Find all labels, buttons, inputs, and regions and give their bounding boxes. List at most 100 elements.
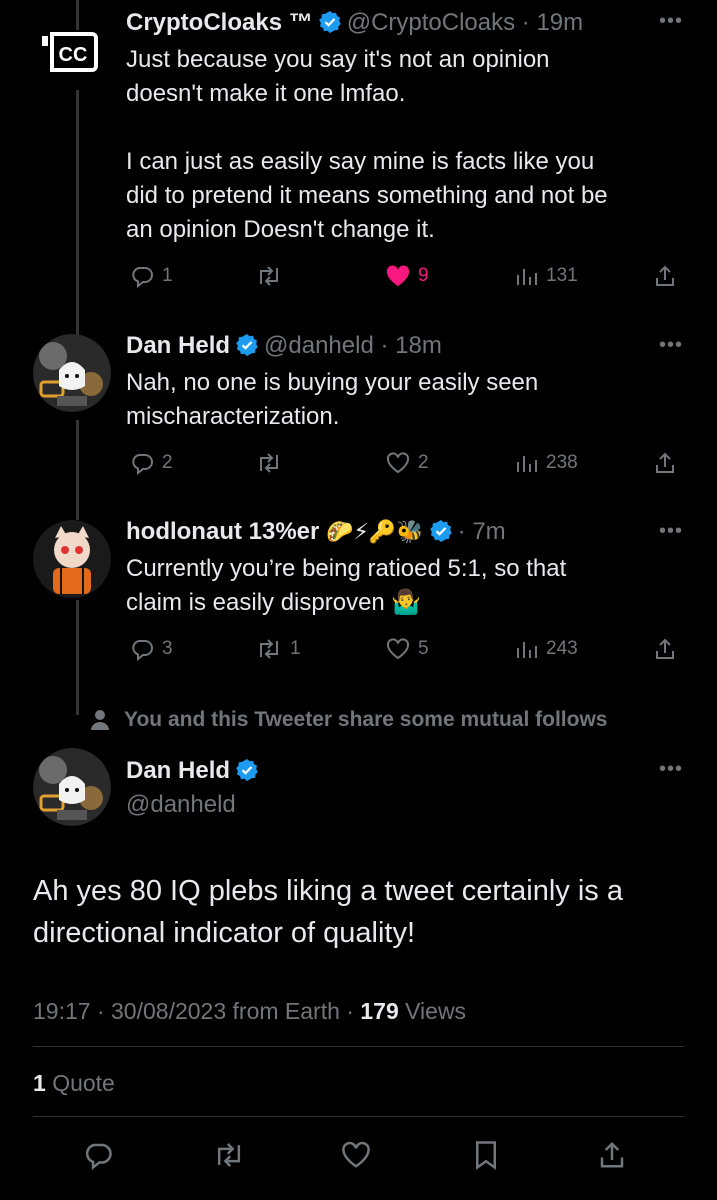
avatar-image [33,748,111,826]
timestamp[interactable]: 7m [472,518,505,545]
reply-icon [132,640,153,661]
divider [33,1046,684,1047]
share-icon [600,1141,624,1168]
share-icon [656,638,674,659]
mutual-follows-text: You and this Tweeter share some mutual f… [124,708,608,731]
action-bar: 3 1 5 243 [126,632,687,666]
views-icon [517,642,537,658]
avatar[interactable]: CC [40,30,100,74]
tweet-source: from Earth [232,998,340,1024]
reply-count: 3 [162,638,173,659]
retweet-button[interactable]: 1 [256,632,301,666]
main-tweet-text: Ah yes 80 IQ plebs liking a tweet certai… [33,875,623,949]
svg-text:CC: CC [59,44,88,66]
retweet-icon [260,639,278,659]
retweet-button[interactable] [213,1130,245,1180]
cryptocloaks-logo-icon: CC [42,32,98,72]
handle[interactable]: @CryptoCloaks [347,9,515,36]
tweet-text: Currently you’re being ratioed 5:1, so t… [126,555,567,616]
action-bar: 2 2 238 [126,446,687,480]
avatar-image [33,520,111,598]
tweet-meta: 19:17 · 30/08/2023 from Earth · 179 View… [33,998,467,1024]
mutual-follows-notice: You and this Tweeter share some mutual f… [90,704,607,736]
like-icon [386,265,410,286]
person-icon [91,710,109,730]
verified-icon [236,332,258,366]
share-button[interactable] [653,446,677,480]
like-button[interactable] [341,1130,371,1180]
reply-button[interactable] [83,1130,113,1180]
tweet-time[interactable]: 19:17 [33,998,91,1024]
timestamp[interactable]: 18m [395,332,442,359]
display-name[interactable]: Dan Held [126,757,230,784]
reply-button[interactable]: 1 [130,259,173,293]
bookmark-button[interactable] [473,1130,499,1180]
views-button[interactable]: 243 [516,632,578,666]
view-count: 131 [546,265,578,286]
share-button[interactable] [653,259,677,293]
reply-count: 1 [162,265,173,286]
verified-icon [236,757,258,791]
handle[interactable]: @danheld [264,332,374,359]
like-count: 5 [418,638,429,659]
views-label: Views [405,998,467,1024]
like-count: 9 [418,265,429,286]
like-icon [342,1141,370,1168]
timestamp[interactable]: 19m [536,9,583,36]
display-name[interactable]: hodlonaut 13%er [126,518,319,545]
like-icon [386,452,410,474]
like-count: 2 [418,452,429,473]
verified-icon [429,518,452,552]
verified-icon [318,9,341,43]
divider [33,1116,684,1117]
retweet-icon [260,453,278,473]
retweet-count: 1 [290,638,301,659]
tweet-date[interactable]: 30/08/2023 [111,998,226,1024]
tweet-text: Nah, no one is buying your easily seen m… [126,369,539,430]
avatar[interactable] [33,520,111,598]
retweet-button[interactable] [256,446,290,480]
reply-button[interactable]: 3 [130,632,173,666]
tweet-header: Dan Held [126,754,697,788]
views-count: 179 [360,998,399,1024]
main-action-bar [0,1130,717,1180]
like-button[interactable]: 2 [386,446,429,480]
share-icon [656,452,674,473]
views-button[interactable]: 131 [516,259,578,293]
tweet-header: Dan Held @danheld · 18m [126,329,697,363]
like-button[interactable]: 5 [386,632,429,666]
avatar[interactable] [33,748,111,826]
display-name[interactable]: CryptoCloaks ™ [126,9,313,36]
like-icon [386,638,410,660]
quotes-link[interactable]: 1 Quote [33,1066,115,1100]
more-icon[interactable]: ••• [659,10,683,33]
more-icon[interactable]: ••• [659,758,683,781]
reply-count: 2 [162,452,173,473]
avatar-image [33,334,111,412]
view-count: 238 [546,452,578,473]
bookmark-icon [476,1141,496,1170]
tweet-header: CryptoCloaks ™ @CryptoCloaks · 19m [126,6,697,40]
more-icon[interactable]: ••• [659,520,683,543]
reply-button[interactable]: 2 [130,446,173,480]
thread-line [76,0,79,30]
share-icon [656,265,674,286]
reply-icon [132,267,153,288]
avatar[interactable] [33,334,111,412]
views-icon [517,456,537,472]
thread-line [76,420,79,520]
share-button[interactable] [653,632,677,666]
action-bar: 1 9 131 [126,259,687,293]
handle[interactable]: @danheld [126,788,697,822]
retweet-button[interactable] [256,259,290,293]
reply-icon [85,1143,112,1170]
retweet-icon [260,266,278,286]
display-name[interactable]: Dan Held [126,332,230,359]
views-button[interactable]: 238 [516,446,578,480]
share-button[interactable] [597,1130,627,1180]
tweet-header: hodlonaut 13%er 🌮⚡🔑🐝 · 7m [126,515,697,549]
like-button[interactable]: 9 [386,259,429,293]
more-icon[interactable]: ••• [659,334,683,357]
view-count: 243 [546,638,578,659]
thread-line [76,90,79,335]
